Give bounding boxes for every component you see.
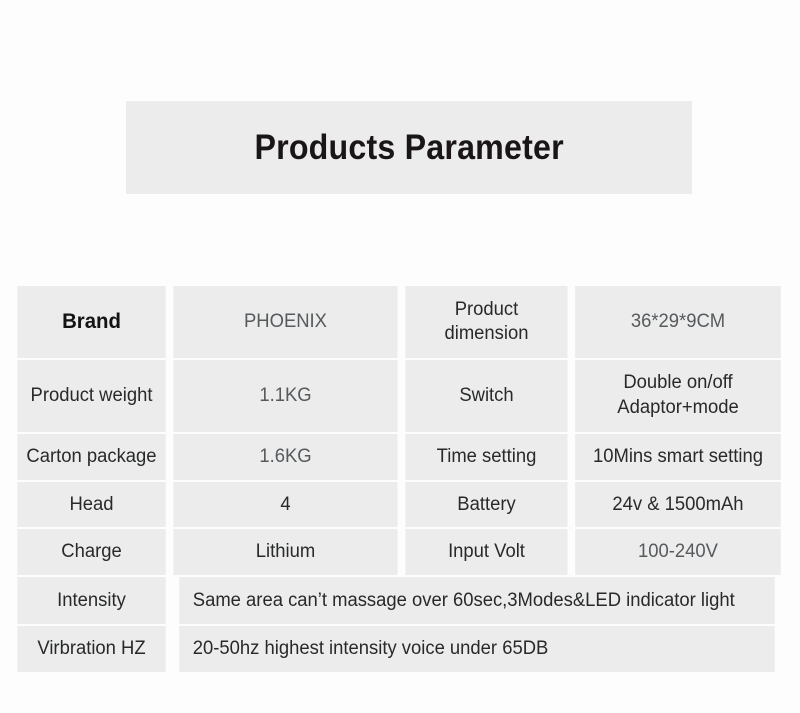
spec-value-intensity: Same area can’t massage over 60sec,3Mode… bbox=[179, 576, 775, 624]
spec-value-switch-line1: Double on/off bbox=[623, 371, 733, 393]
spec-label-head: Head bbox=[17, 481, 166, 528]
page-title-banner: Products Parameter bbox=[126, 101, 692, 194]
spec-value-virbration-hz: 20-50hz highest intensity voice under 65… bbox=[179, 625, 775, 672]
spec-value-input-volt: 100-240V bbox=[575, 529, 781, 575]
spec-label-carton-package: Carton package bbox=[17, 433, 166, 480]
table-row: Virbration HZ 20-50hz highest intensity … bbox=[15, 625, 784, 672]
spec-value-product-weight: 1.1KG bbox=[173, 359, 398, 432]
spec-label-intensity: Intensity bbox=[17, 576, 166, 624]
spec-label-time-setting: Time setting bbox=[405, 433, 568, 480]
spec-label-brand: Brand bbox=[17, 286, 166, 358]
spec-value-switch-line2: Adaptor+mode bbox=[617, 396, 739, 418]
table-row: Intensity Same area can’t massage over 6… bbox=[15, 576, 784, 624]
spec-value-product-dimension: 36*29*9CM bbox=[575, 286, 781, 358]
spec-label-product-dimension: Product dimension bbox=[405, 286, 568, 358]
spec-label-virbration-hz: Virbration HZ bbox=[17, 625, 166, 672]
spec-label-switch: Switch bbox=[405, 359, 568, 432]
spec-value-battery: 24v & 1500mAh bbox=[575, 481, 781, 528]
spec-label-charge: Charge bbox=[17, 529, 166, 575]
products-parameter-table: Brand PHOENIX Product dimension 36*29*9C… bbox=[15, 286, 784, 672]
table-row: Carton package 1.6KG Time setting 10Mins… bbox=[15, 433, 784, 480]
spec-value-time-setting: 10Mins smart setting bbox=[575, 433, 781, 480]
table-row: Product weight 1.1KG Switch Double on/of… bbox=[15, 359, 784, 432]
spec-value-charge: Lithium bbox=[173, 529, 398, 575]
spec-label-product-weight: Product weight bbox=[17, 359, 166, 432]
table-row: Head 4 Battery 24v & 1500mAh bbox=[15, 481, 784, 528]
spec-label-input-volt: Input Volt bbox=[405, 529, 568, 575]
table-row: Brand PHOENIX Product dimension 36*29*9C… bbox=[15, 286, 784, 358]
spec-label-battery: Battery bbox=[405, 481, 568, 528]
spec-value-head: 4 bbox=[173, 481, 398, 528]
spec-value-carton-package: 1.6KG bbox=[173, 433, 398, 480]
spec-value-brand: PHOENIX bbox=[173, 286, 398, 358]
page-title: Products Parameter bbox=[254, 127, 564, 167]
spec-value-switch: Double on/off Adaptor+mode bbox=[575, 359, 781, 432]
table-row: Charge Lithium Input Volt 100-240V bbox=[15, 529, 784, 575]
